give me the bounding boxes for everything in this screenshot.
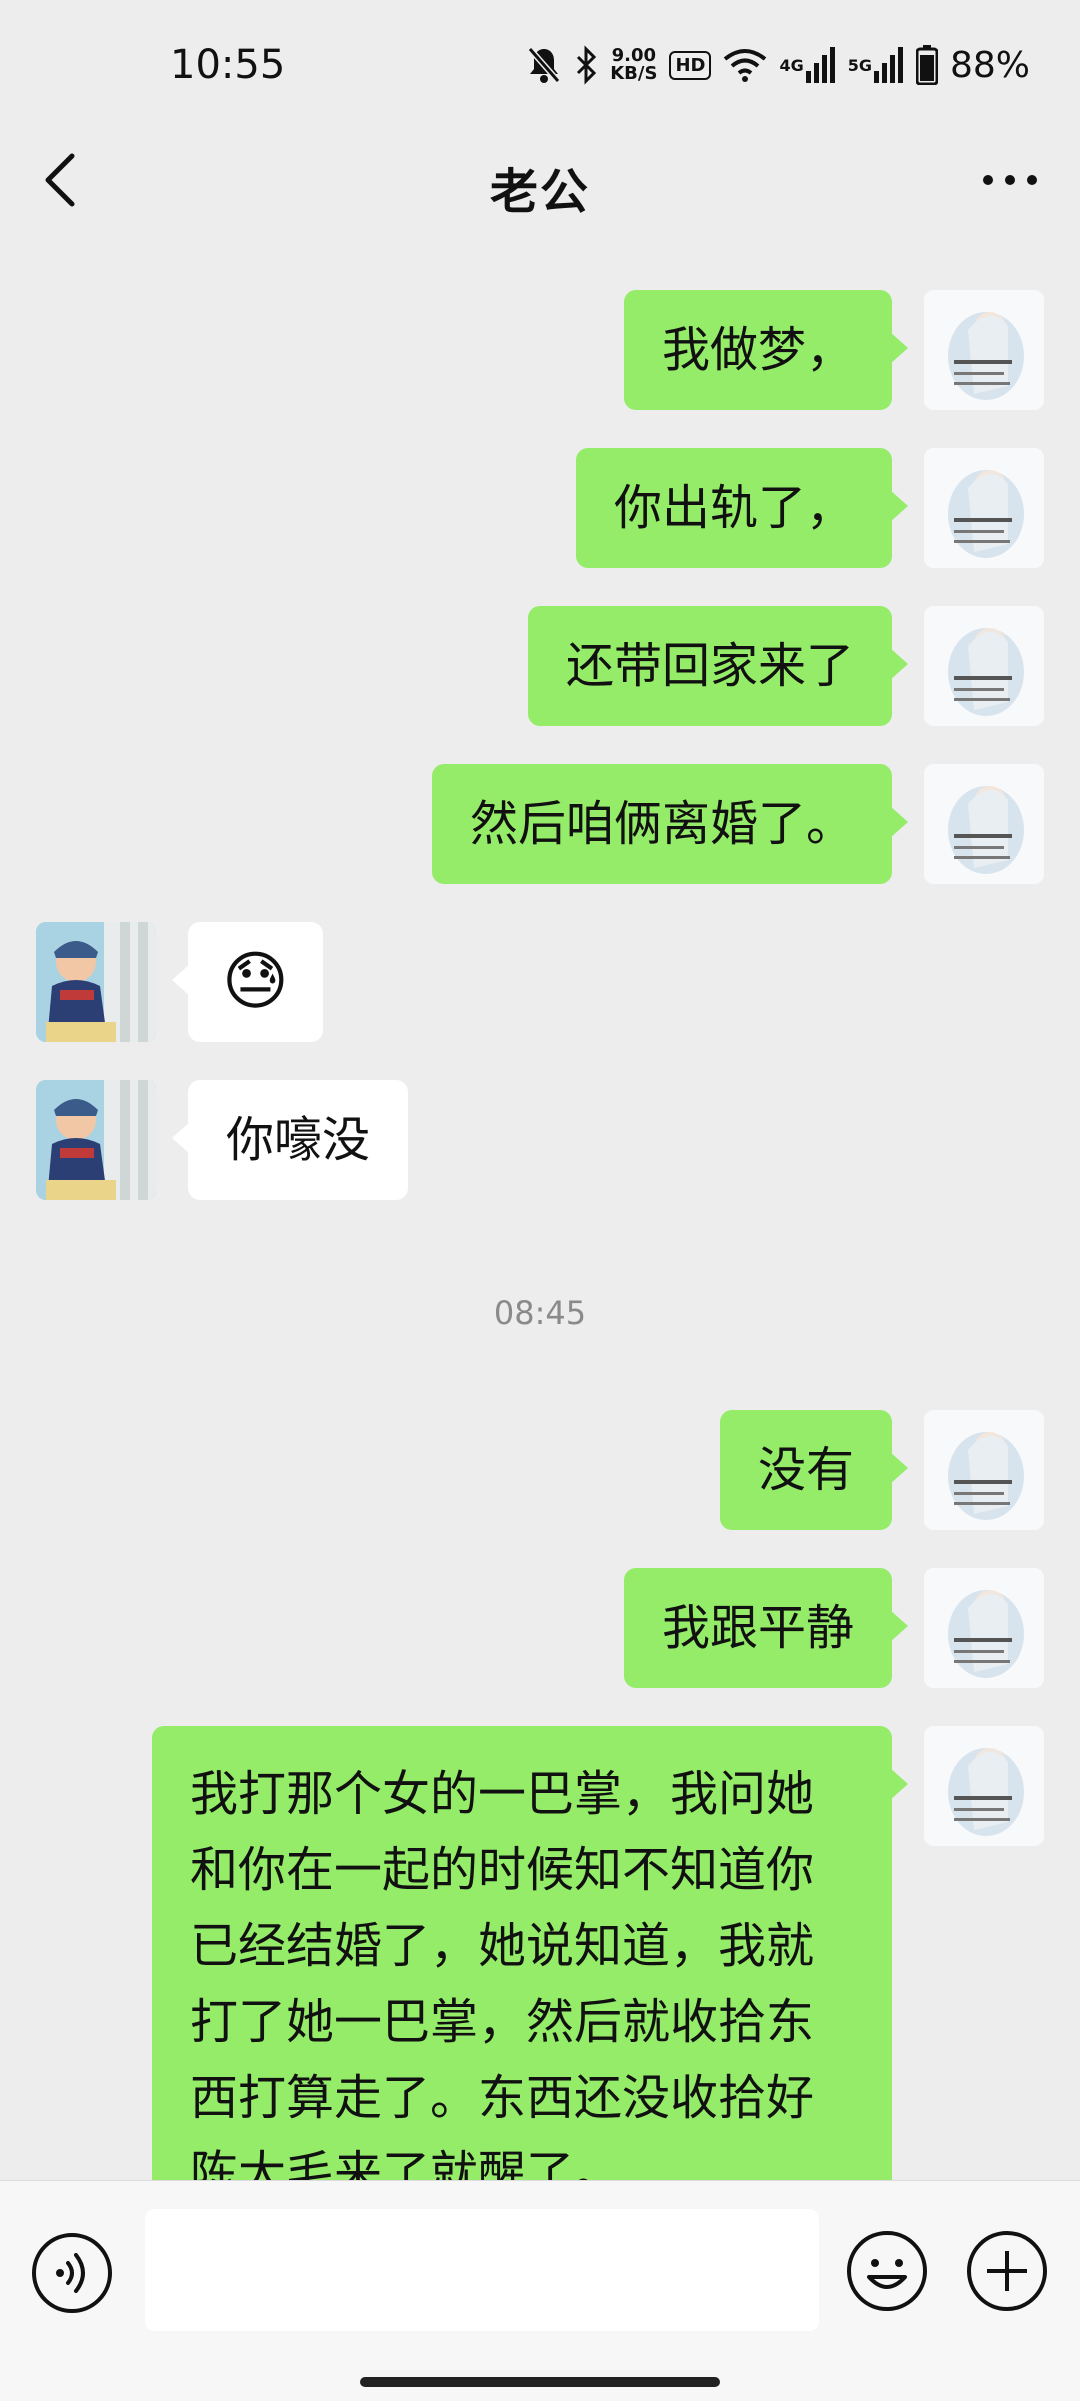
message-input[interactable] bbox=[145, 2209, 819, 2331]
status-time: 10:55 bbox=[170, 42, 286, 88]
voice-icon bbox=[32, 2233, 112, 2313]
chat-header: 老公 bbox=[0, 130, 1080, 230]
status-bar: 10:55 9.00 KB/S HD 4G 5G 88% bbox=[0, 0, 1080, 130]
message-text: 没有 bbox=[757, 1442, 854, 1498]
message-text: 然后咱俩离婚了。 bbox=[469, 796, 854, 852]
chat-title: 老公 bbox=[489, 164, 590, 220]
speed-unit: KB/S bbox=[610, 63, 658, 84]
battery-icon bbox=[915, 43, 938, 87]
bluetooth-icon bbox=[574, 43, 598, 87]
mute-bell-icon bbox=[526, 43, 562, 87]
message-text: 你嚎没 bbox=[226, 1112, 371, 1168]
message-text: 我跟平静 bbox=[661, 1600, 854, 1656]
message-bubble-sent[interactable]: 你出轨了， bbox=[575, 448, 909, 568]
signal-4g-icon: 4G bbox=[779, 43, 835, 87]
my-avatar[interactable] bbox=[924, 448, 1044, 568]
my-avatar[interactable] bbox=[924, 1410, 1044, 1530]
plus-icon bbox=[967, 2231, 1047, 2311]
emoji-button[interactable] bbox=[845, 2229, 929, 2313]
battery-percent: 88% bbox=[949, 44, 1030, 86]
voice-button[interactable] bbox=[30, 2231, 114, 2315]
my-avatar[interactable] bbox=[924, 290, 1044, 410]
wifi-icon bbox=[723, 43, 767, 87]
message-timestamp: 08:45 bbox=[493, 1294, 587, 1332]
message-text: 你出轨了， bbox=[613, 480, 854, 536]
my-avatar[interactable] bbox=[924, 764, 1044, 884]
message-text: 我做梦， bbox=[661, 322, 854, 378]
message-bubble-received[interactable]: 😓 bbox=[172, 922, 323, 1042]
net2-label: 5G bbox=[847, 55, 872, 75]
message-bubble-sent[interactable]: 还带回家来了 bbox=[527, 606, 909, 726]
emoji-message: 😓 bbox=[222, 945, 289, 1019]
home-indicator[interactable] bbox=[360, 2377, 720, 2387]
message-bubble-received[interactable]: 你嚎没 bbox=[171, 1080, 409, 1200]
my-avatar[interactable] bbox=[924, 1726, 1044, 1846]
network-speed: 9.00 KB/S bbox=[610, 43, 657, 87]
plus-button[interactable] bbox=[965, 2229, 1049, 2313]
status-icons: 9.00 KB/S HD 4G 5G 88% bbox=[526, 40, 1030, 90]
message-text: 还带回家来了 bbox=[565, 638, 854, 694]
message-text: 我打那个女的一巴掌，我问她和你在一起的时候知不知道你已经结婚了，她说知道，我就打… bbox=[190, 1766, 815, 2180]
more-button[interactable] bbox=[970, 150, 1050, 210]
signal-5g-icon: 5G bbox=[848, 43, 904, 87]
my-avatar[interactable] bbox=[924, 606, 1044, 726]
message-bubble-sent[interactable]: 我打那个女的一巴掌，我问她和你在一起的时候知不知道你已经结婚了，她说知道，我就打… bbox=[152, 1726, 908, 2180]
input-bar bbox=[0, 2180, 1080, 2401]
message-bubble-sent[interactable]: 没有 bbox=[719, 1410, 909, 1530]
more-dots-icon bbox=[983, 175, 1037, 185]
contact-avatar[interactable] bbox=[36, 1080, 156, 1200]
emoji-icon bbox=[847, 2231, 927, 2311]
message-list[interactable]: 我做梦， 你出轨了， 还带回家来了 然后咱俩离婚了。 😓 你嚎没 08:45 没… bbox=[0, 230, 1080, 2180]
message-bubble-sent[interactable]: 然后咱俩离婚了。 bbox=[431, 764, 909, 884]
hd-badge: HD bbox=[669, 43, 712, 87]
my-avatar[interactable] bbox=[924, 1568, 1044, 1688]
net1-label: 4G bbox=[779, 55, 804, 75]
message-bubble-sent[interactable]: 我做梦， bbox=[623, 290, 909, 410]
hd-label: HD bbox=[669, 50, 712, 80]
message-bubble-sent[interactable]: 我跟平静 bbox=[623, 1568, 909, 1688]
contact-avatar[interactable] bbox=[36, 922, 156, 1042]
